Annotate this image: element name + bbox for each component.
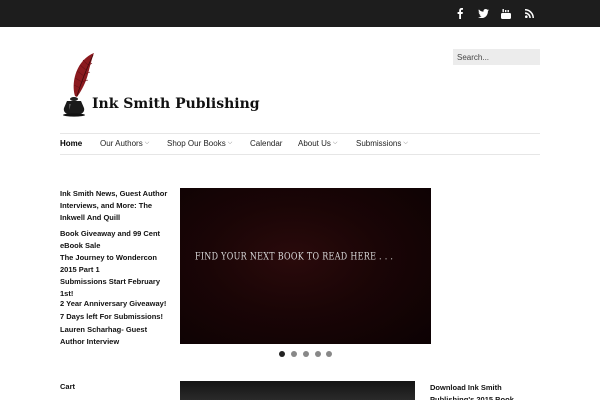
nav-item-label: Our Authors — [100, 139, 143, 148]
nav-item-calendar[interactable]: Calendar — [250, 139, 282, 148]
search-input[interactable] — [453, 49, 540, 65]
nav-item-label: About Us — [298, 139, 331, 148]
chevron-down-icon: ⌵ — [332, 140, 338, 146]
rss-icon[interactable] — [522, 7, 536, 20]
download-widget-title[interactable]: Download Ink Smith Publishing's 2015 Boo… — [430, 382, 540, 400]
slider-dot[interactable] — [279, 351, 285, 357]
nav-item-home[interactable]: Home — [60, 139, 82, 148]
secondary-slider[interactable] — [180, 381, 415, 400]
post-link[interactable]: Submissions Start February 1st! — [60, 276, 170, 300]
nav-item-submissions[interactable]: Submissions ⌵ — [356, 139, 408, 148]
slider-dot[interactable] — [315, 351, 321, 357]
post-link[interactable]: The Journey to Wondercon 2015 Part 1 — [60, 252, 170, 276]
slide-caption: FIND YOUR NEXT BOOK TO READ HERE . . . — [195, 250, 394, 263]
post-link[interactable]: 7 Days left For Submissions! — [60, 311, 170, 323]
chevron-down-icon: ⌵ — [403, 140, 408, 146]
sidebar-title: Ink Smith News, Guest Author Interviews,… — [60, 189, 168, 222]
nav-item-label: Submissions — [356, 139, 402, 148]
slider-dot[interactable] — [326, 351, 332, 357]
chevron-down-icon: ⌵ — [227, 140, 233, 146]
slider-dot[interactable] — [291, 351, 297, 357]
post-link[interactable]: Lauren Scharhag- Guest Author Interview — [60, 324, 170, 348]
youtube-icon[interactable] — [499, 7, 513, 20]
nav-item-shop-our-books[interactable]: Shop Our Books ⌵ — [167, 139, 232, 148]
post-link[interactable]: Book Giveaway and 99 Cent eBook Sale — [60, 228, 170, 252]
top-bar — [0, 0, 600, 27]
brand-name[interactable]: Ink Smith Publishing — [92, 96, 260, 112]
slider-dot[interactable] — [303, 351, 309, 357]
facebook-icon[interactable] — [453, 7, 467, 20]
chevron-down-icon: ⌵ — [144, 140, 150, 146]
nav-item-label: Shop Our Books — [167, 139, 226, 148]
nav-item-about-us[interactable]: About Us ⌵ — [298, 139, 337, 148]
nav-item-label: Home — [60, 139, 83, 148]
nav-divider-top — [60, 133, 540, 134]
nav-item-label: Calendar — [250, 139, 283, 148]
post-link[interactable]: 2 Year Anniversary Giveaway! — [60, 298, 170, 310]
nav-divider-bottom — [60, 154, 540, 155]
featured-slider[interactable]: FIND YOUR NEXT BOOK TO READ HERE . . . — [180, 188, 431, 344]
nav-item-our-authors[interactable]: Our Authors ⌵ — [100, 139, 149, 148]
twitter-icon[interactable] — [476, 7, 490, 20]
cart-widget-title: Cart — [60, 382, 76, 391]
